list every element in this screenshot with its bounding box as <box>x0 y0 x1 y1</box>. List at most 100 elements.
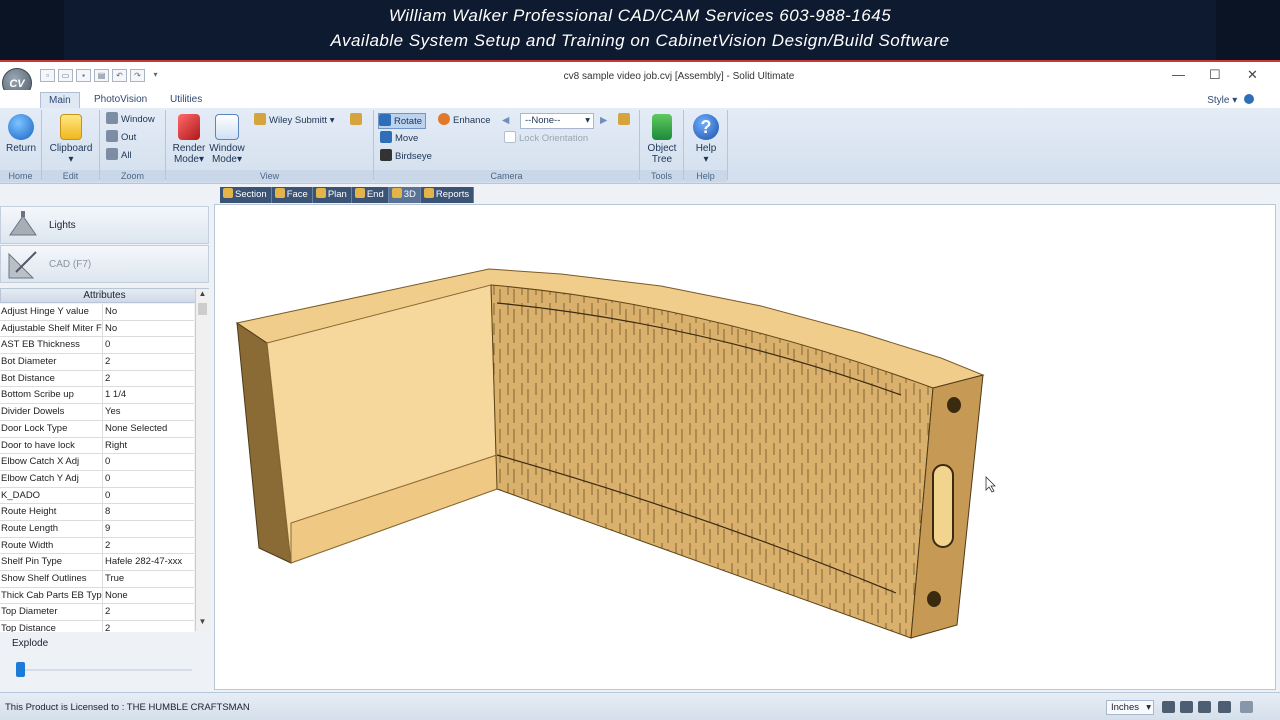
view-tab-plan[interactable]: Plan <box>313 187 352 203</box>
wiley-submitt-dropdown[interactable]: Wiley Submitt ▾ <box>254 113 335 129</box>
attribute-row[interactable]: Shelf Pin Type Hafele 282-47-xxx <box>0 554 194 571</box>
attribute-value[interactable]: 2 <box>105 604 193 620</box>
attribute-value[interactable]: No <box>105 321 193 337</box>
cad-button[interactable]: CAD (F7) <box>0 245 209 283</box>
attribute-row[interactable]: AST EB Thickness 0 <box>0 337 194 355</box>
attribute-value[interactable]: Hafele 282-47-xxx <box>105 554 193 570</box>
attribute-value[interactable]: 8 <box>105 504 193 520</box>
attribute-value[interactable]: 1 1/4 <box>105 387 193 403</box>
save-view-button[interactable] <box>618 113 633 129</box>
attribute-row[interactable]: Elbow Catch X Adj 0 <box>0 454 194 471</box>
group-tools-label: Tools <box>640 170 683 182</box>
attribute-value[interactable]: True <box>105 571 193 587</box>
view-tab-face[interactable]: Face <box>272 187 313 203</box>
print-status-icon[interactable] <box>1218 701 1231 713</box>
attribute-name: Adjustable Shelf Miter Fold <box>0 320 103 337</box>
attribute-row[interactable]: Route Height 8 <box>0 504 194 521</box>
attribute-value[interactable]: 2 <box>105 538 193 554</box>
scroll-up-icon[interactable]: ▲ <box>196 289 209 303</box>
move-button[interactable]: Move <box>380 131 418 147</box>
ortho-icon[interactable] <box>1180 701 1193 713</box>
attribute-value[interactable]: 0 <box>105 454 193 470</box>
style-menu[interactable]: Style ▾ <box>1207 94 1254 106</box>
attributes-table[interactable]: Adjust Hinge Y value No Adjustable Shelf M… <box>0 304 194 632</box>
attribute-value[interactable]: 2 <box>105 371 193 387</box>
view-tab-section[interactable]: Section <box>220 187 272 203</box>
zoom-all-button[interactable]: All <box>106 148 132 164</box>
attribute-row[interactable]: Route Width 2 <box>0 537 194 555</box>
view-tab-reports[interactable]: Reports <box>421 187 475 203</box>
attribute-row[interactable]: Route Length 9 <box>0 520 194 538</box>
status-bar: This Product is Licensed to : THE HUMBLE… <box>0 692 1280 720</box>
help-button[interactable]: ? Help ▾ <box>690 114 722 165</box>
minimize-button[interactable]: — <box>1172 67 1185 82</box>
maximize-button[interactable]: ☐ <box>1209 67 1221 83</box>
layout-icon <box>254 113 266 125</box>
attribute-row[interactable]: Bot Distance 2 <box>0 370 194 388</box>
close-button[interactable]: ✕ <box>1247 67 1258 83</box>
lock-orientation-checkbox[interactable]: Lock Orientation <box>504 131 588 147</box>
attribute-row[interactable]: Elbow Catch Y Adj 0 <box>0 470 194 488</box>
tab-utilities[interactable]: Utilities <box>162 92 210 108</box>
saved-view-dropdown[interactable]: --None-- ▾ <box>520 113 594 129</box>
attribute-row[interactable]: Door to have lock Right <box>0 437 194 455</box>
attribute-row[interactable]: Thick Cab Parts EB Type None <box>0 587 194 605</box>
resize-grip-icon[interactable] <box>1240 701 1253 713</box>
view-tab-icon <box>391 188 402 198</box>
zoom-out-button[interactable]: Out <box>106 130 136 146</box>
attribute-value[interactable]: None <box>105 588 193 604</box>
enhance-button[interactable]: Enhance <box>438 113 491 129</box>
explode-slider-thumb[interactable] <box>16 662 25 677</box>
help-icon[interactable] <box>1244 94 1254 104</box>
attribute-row[interactable]: Door Lock Type None Selected <box>0 420 194 438</box>
attribute-row[interactable]: Adjust Hinge Y value No <box>0 304 194 321</box>
view-tab-3d[interactable]: 3D <box>388 187 421 203</box>
attribute-row[interactable]: Bot Diameter 2 <box>0 354 194 371</box>
3d-viewport[interactable] <box>214 204 1276 690</box>
attribute-row[interactable]: Show Shelf Outlines True <box>0 571 194 588</box>
attribute-row[interactable]: Adjustable Shelf Miter FoldNo <box>0 320 194 338</box>
attribute-row[interactable]: Top Distance 2 <box>0 621 194 632</box>
render-mode-button[interactable]: Render Mode▾ <box>170 114 208 165</box>
attribute-value[interactable]: No <box>105 304 193 320</box>
attribute-value[interactable]: 2 <box>105 621 193 632</box>
units-dropdown[interactable]: Inches ▾ <box>1106 700 1154 715</box>
attribute-value[interactable]: 9 <box>105 521 193 537</box>
attribute-row[interactable]: Divider Dowels Yes <box>0 404 194 421</box>
attribute-value[interactable]: None Selected <box>105 421 193 437</box>
attribute-row[interactable]: Bottom Scribe up 1 1/4 <box>0 387 194 405</box>
attribute-value[interactable]: 2 <box>105 354 193 370</box>
scroll-down-icon[interactable]: ▼ <box>196 617 209 631</box>
zoom-window-button[interactable]: Window <box>106 112 155 128</box>
rotate-button[interactable]: Rotate <box>378 113 426 129</box>
attribute-value[interactable]: 0 <box>105 488 193 504</box>
grid-icon[interactable] <box>1198 701 1211 713</box>
next-view-button[interactable]: ▶ <box>600 113 607 129</box>
view-tab-end[interactable]: End <box>352 187 389 203</box>
attribute-value[interactable]: 0 <box>105 471 193 487</box>
attribute-row[interactable]: K_DADO 0 <box>0 487 194 505</box>
prev-view-button[interactable]: ◀ <box>502 113 509 129</box>
attribute-value[interactable]: Yes <box>105 404 193 420</box>
return-button[interactable]: Return <box>5 114 37 154</box>
attribute-name: Route Height <box>0 504 103 521</box>
attribute-value[interactable]: 0 <box>105 337 193 353</box>
window-mode-label-2: Mode <box>211 154 237 165</box>
window-mode-button[interactable]: Window Mode▾ <box>208 114 246 165</box>
attributes-scrollbar[interactable]: ▲ ▼ <box>195 289 209 631</box>
view-tab-icon <box>274 188 285 198</box>
object-tree-button[interactable]: Object Tree <box>644 114 680 165</box>
snap-icon[interactable] <box>1162 701 1175 713</box>
cursor-icon <box>985 476 996 493</box>
view-settings-button[interactable] <box>350 113 365 129</box>
explode-slider-track[interactable] <box>20 669 192 671</box>
scroll-thumb[interactable] <box>198 303 207 315</box>
move-icon <box>380 131 392 143</box>
birdseye-button[interactable]: Birdseye <box>380 149 432 165</box>
lights-button[interactable]: Lights <box>0 206 209 244</box>
attribute-row[interactable]: Top Diameter 2 <box>0 604 194 622</box>
tab-main[interactable]: Main <box>40 92 80 108</box>
attribute-value[interactable]: Right <box>105 438 193 454</box>
tab-photovision[interactable]: PhotoVision <box>86 92 155 108</box>
clipboard-button[interactable]: Clipboard ▾ <box>47 114 95 165</box>
